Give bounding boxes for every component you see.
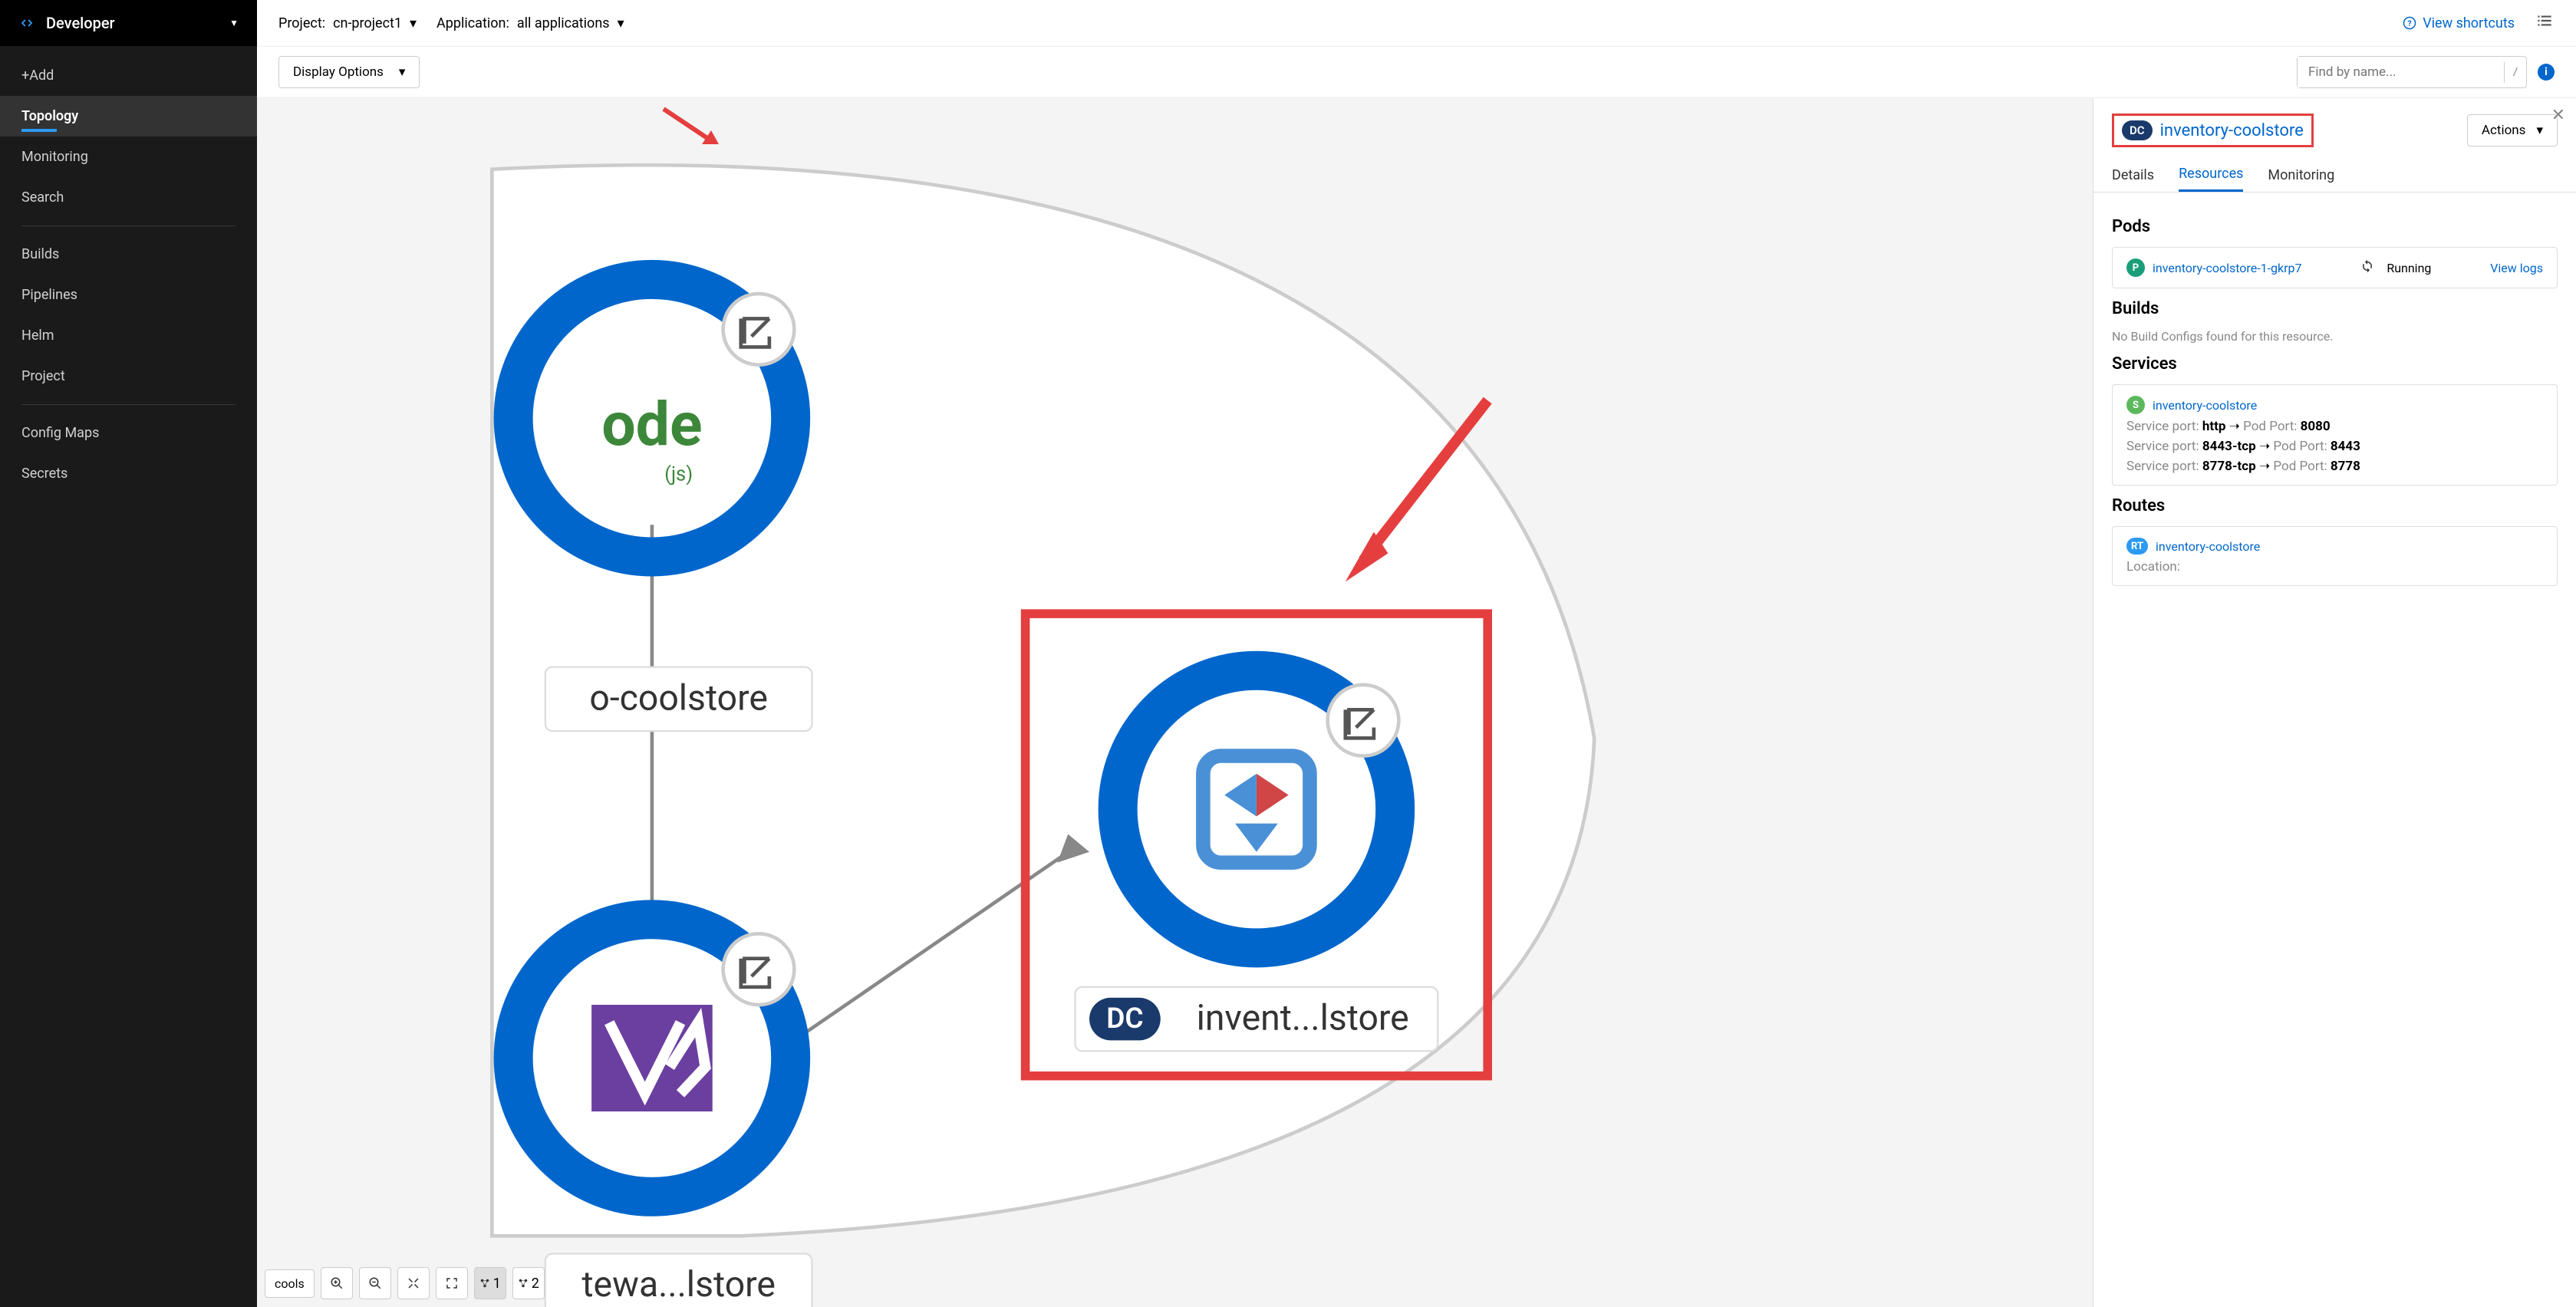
route-badge-icon: RT [2126,538,2148,555]
application-value: all applications [517,15,610,31]
view-logs-link[interactable]: View logs [2490,261,2543,275]
actions-button[interactable]: Actions ▾ [2467,114,2558,147]
project-selector[interactable]: Project: cn-project1 ▾ [278,15,417,31]
fullscreen-button[interactable] [436,1267,468,1299]
panel-tabs: Details Resources Monitoring [2093,158,2576,193]
builds-heading: Builds [2112,299,2558,318]
main: Project: cn-project1 ▾ Application: all … [257,0,2576,1307]
service-name-link[interactable]: inventory-coolstore [2153,398,2257,413]
tab-resources[interactable]: Resources [2179,158,2243,192]
service-card: S inventory-coolstore Service port: http… [2112,384,2558,486]
pod-card: P inventory-coolstore-1-gkrp7 Running Vi… [2112,247,2558,288]
dc-badge: DC [1106,1002,1143,1035]
sidebar-item-helm[interactable]: Helm [0,315,257,356]
svg-text:?: ? [2408,18,2412,28]
project-label: Project: [278,15,325,31]
resource-title[interactable]: inventory-coolstore [2160,121,2304,140]
info-icon[interactable]: i [2538,64,2555,81]
chevron-down-icon: ▾ [2536,123,2543,138]
sidebar-divider [21,404,236,405]
zoom-out-button[interactable] [359,1267,391,1299]
search-input[interactable] [2298,57,2504,87]
highlight-box: DC inventory-coolstore [2112,114,2314,147]
port-row: Service port: 8443-tcp ➝ Pod Port: 8443 [2126,439,2543,454]
zoom-controls: cools 1 2 [265,1267,545,1299]
actions-label: Actions [2482,123,2526,138]
route-name-link[interactable]: inventory-coolstore [2156,539,2260,554]
list-view-icon[interactable] [2535,11,2555,35]
sidebar-nav: +AddTopologyMonitoringSearch BuildsPipeli… [0,46,257,494]
panel-body: Pods P inventory-coolstore-1-gkrp7 Runni… [2093,193,2576,1307]
toolbar: Display Options ▾ / i [257,47,2576,98]
port-row: Service port: 8778-tcp ➝ Pod Port: 8778 [2126,459,2543,474]
routes-heading: Routes [2112,496,2558,515]
port-list: Service port: http ➝ Pod Port: 8080 Servi… [2126,419,2543,474]
sidebar-item-secrets[interactable]: Secrets [0,453,257,494]
node-label: invent...lstore [1197,997,1409,1039]
sidebar-item-builds[interactable]: Builds [0,234,257,275]
sidebar-item-topology[interactable]: Topology [0,96,257,137]
project-value: cn-project1 [333,15,402,31]
chevron-down-icon: ▾ [410,15,417,31]
chevron-down-icon: ▼ [229,18,239,28]
details-panel: ✕ DC inventory-coolstore Actions ▾ Detai… [2093,98,2576,1307]
zoom-label: cools [265,1269,315,1298]
tab-monitoring[interactable]: Monitoring [2268,158,2334,192]
question-icon: ? [2403,16,2416,30]
sidebar-item-project[interactable]: Project [0,356,257,397]
search-kbd-hint: / [2504,62,2526,83]
panel-header: DC inventory-coolstore Actions ▾ [2093,98,2576,158]
chevron-down-icon: ▾ [399,64,406,80]
search-box: / [2297,56,2527,88]
chevron-down-icon: ▾ [618,15,624,31]
sidebar-item-monitoring[interactable]: Monitoring [0,137,257,177]
view-shortcuts-link[interactable]: ? View shortcuts [2403,15,2515,31]
sync-icon [2360,259,2374,276]
application-selector[interactable]: Application: all applications ▾ [436,15,624,31]
topbar: Project: cn-project1 ▾ Application: all … [257,0,2576,47]
svg-text:(js): (js) [664,463,693,486]
sidebar-item-config-maps[interactable]: Config Maps [0,413,257,453]
node-label: o-coolstore [589,677,768,719]
pod-name-link[interactable]: inventory-coolstore-1-gkrp7 [2153,261,2302,275]
tab-details[interactable]: Details [2112,158,2154,192]
builds-empty-text: No Build Configs found for this resource… [2112,329,2558,344]
sidebar-item--add[interactable]: +Add [0,55,257,96]
display-options-label: Display Options [293,64,384,80]
zoom-in-button[interactable] [321,1267,353,1299]
svg-text:ode: ode [601,390,702,460]
layout-2-button[interactable]: 2 [512,1267,545,1299]
perspective-switcher[interactable]: Developer ▼ [0,0,257,46]
dc-badge: DC [2122,120,2153,140]
topology-canvas-wrap: ode (js) o-coolstore [257,98,2576,1307]
shortcuts-label: View shortcuts [2423,15,2515,31]
sidebar: Developer ▼ +AddTopologyMonitoringSearch… [0,0,257,1307]
pod-status: Running [2387,261,2431,275]
close-button[interactable]: ✕ [2551,106,2565,125]
fit-button[interactable] [397,1267,430,1299]
layout-1-button[interactable]: 1 [474,1267,506,1299]
services-heading: Services [2112,354,2558,374]
node-label: tewa...lstore [581,1264,776,1305]
code-icon [18,15,35,31]
sidebar-item-pipelines[interactable]: Pipelines [0,275,257,315]
perspective-label: Developer [46,14,229,32]
application-label: Application: [436,15,509,31]
sidebar-item-search[interactable]: Search [0,177,257,218]
display-options-button[interactable]: Display Options ▾ [278,56,420,88]
route-card: RT inventory-coolstore Location: [2112,526,2558,586]
pods-heading: Pods [2112,217,2558,236]
service-badge-icon: S [2126,396,2145,414]
pod-badge-icon: P [2126,258,2145,277]
port-row: Service port: http ➝ Pod Port: 8080 [2126,419,2543,434]
route-location-label: Location: [2126,559,2180,574]
